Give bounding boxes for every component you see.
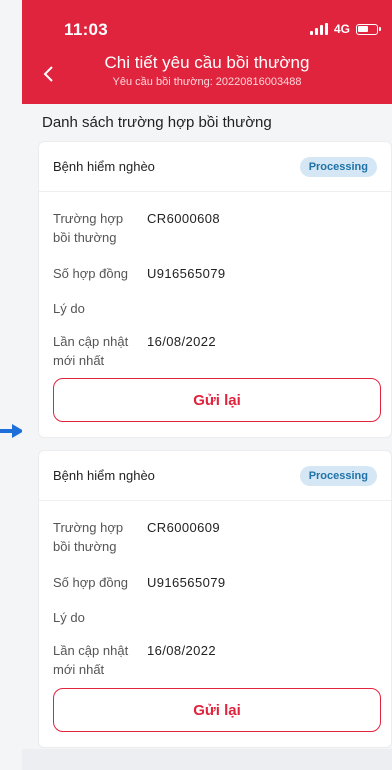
contract-value: U916565079 xyxy=(147,575,226,590)
contract-label: Số hợp đồng xyxy=(53,266,129,281)
bottom-divider xyxy=(22,749,392,770)
contract-label: Số hợp đồng xyxy=(53,575,129,590)
case-label: Trường hợp bồi thường xyxy=(53,520,124,554)
status-indicators: 4G xyxy=(309,22,381,36)
contract-value: U916565079 xyxy=(147,266,226,281)
updated-label: Lần cập nhật mới nhất xyxy=(53,334,129,368)
page-subtitle: Yêu cầu bồi thường: 20220816003488 xyxy=(112,76,302,88)
case-value: CR6000609 xyxy=(147,520,220,535)
reason-label: Lý do xyxy=(53,301,85,316)
updated-value: 16/08/2022 xyxy=(147,334,217,349)
case-value: CR6000608 xyxy=(147,211,220,226)
updated-value: 16/08/2022 xyxy=(147,643,217,658)
claim-card-header: Bệnh hiểm nghèo Processing xyxy=(39,451,391,501)
status-badge: Processing xyxy=(299,465,377,486)
section-title: Danh sách trường hợp bồi thường xyxy=(42,114,272,131)
status-badge: Processing xyxy=(299,156,377,177)
battery-icon xyxy=(356,23,381,35)
resend-button[interactable]: Gửi lại xyxy=(53,378,381,422)
claim-card: Bệnh hiểm nghèo Processing Trường hợp bồ… xyxy=(38,141,392,438)
claim-card: Bệnh hiểm nghèo Processing Trường hợp bồ… xyxy=(38,450,392,748)
main-content: Danh sách trường hợp bồi thường Bệnh hiể… xyxy=(22,104,392,770)
signal-icon xyxy=(309,23,328,35)
resend-button[interactable]: Gửi lại xyxy=(53,688,381,732)
reason-label: Lý do xyxy=(53,610,85,625)
status-time: 11:03 xyxy=(64,20,109,39)
case-label: Trường hợp bồi thường xyxy=(53,211,124,245)
claim-type: Bệnh hiểm nghèo xyxy=(53,468,155,483)
arrow-right-icon xyxy=(0,424,24,438)
updated-label: Lần cập nhật mới nhất xyxy=(53,643,129,677)
claim-card-header: Bệnh hiểm nghèo Processing xyxy=(39,142,391,192)
app-header: 11:03 4G Chi tiết yêu cầu bồi thường Yêu… xyxy=(22,0,392,104)
page-title: Chi tiết yêu cầu bồi thường xyxy=(104,53,310,72)
claim-type: Bệnh hiểm nghèo xyxy=(53,159,155,174)
network-label: 4G xyxy=(333,22,350,36)
